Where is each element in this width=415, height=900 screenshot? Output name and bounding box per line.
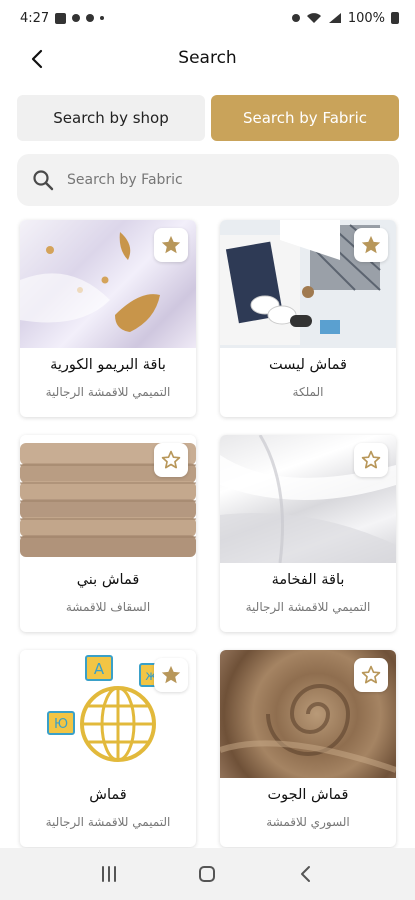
star-filled-icon [161,665,181,684]
product-card[interactable]: باقة البريمو الكورية التميمي للاقمشة الر… [20,220,196,417]
wifi-icon [306,13,321,23]
search-mode-tabs: Search by shop Search by Fabric [17,95,399,141]
favorite-button[interactable] [154,228,188,262]
recents-button[interactable] [89,854,129,894]
product-title: قماش ليست [268,357,347,373]
product-card[interactable]: باقة الفخامة التميمي للاقمشة الرجالية [220,435,396,632]
page-title: Search [178,48,237,68]
tab-search-by-fabric[interactable]: Search by Fabric [211,95,399,141]
product-shop: التميمي للاقمشة الرجالية [245,600,371,614]
favorite-button[interactable] [154,658,188,692]
search-screen: 4:27 100% Search Search by shop Search b… [0,0,415,900]
product-title: باقة البريمو الكورية [50,357,166,373]
star-outline-icon [361,665,381,684]
cast-notification-icon [86,14,95,22]
product-card[interactable]: قماش الجوت السوري للاقمشة [220,650,396,847]
recents-icon [102,866,117,882]
product-title: قماش الجوت [267,787,349,803]
product-shop: التميمي للاقمشة الرجالية [45,385,171,399]
product-image-white-silk [20,220,196,348]
product-shop: الملكة [292,385,324,399]
product-image-white-fabric [220,435,396,563]
star-outline-icon [361,450,381,469]
favorite-button[interactable] [354,658,388,692]
product-image-jute-fabric [220,650,396,778]
favorite-button[interactable] [354,443,388,477]
tab-search-by-shop[interactable]: Search by shop [17,95,205,141]
product-card[interactable]: قماش ليست الملكة [220,220,396,417]
home-button[interactable] [187,854,227,894]
star-outline-icon [161,450,181,469]
search-bar[interactable] [17,154,399,206]
status-time: 4:27 [20,10,50,26]
star-filled-icon [361,235,381,254]
product-image-outfit-flatlay [220,220,396,348]
product-title: باقة الفخامة [271,572,345,588]
search-icon [31,168,55,192]
location-notification-icon [72,14,81,22]
chevron-left-icon [31,49,43,69]
product-shop: السقاف للاقمشة [65,600,151,614]
favorite-button[interactable] [154,443,188,477]
home-icon [199,866,216,882]
product-shop: التميمي للاقمشة الرجالية [45,815,171,829]
status-left: 4:27 [20,10,105,26]
status-right: 100% [291,10,399,26]
globe-letter-yu: Ю [54,717,68,732]
product-card[interactable]: قماش بني السقاف للاقمشة [20,435,196,632]
battery-icon [391,12,399,24]
search-input[interactable] [67,172,367,188]
signal-icon [328,13,341,23]
product-card[interactable]: A Ю ж قماش التميمي للاقمشة الرجالية [20,650,196,847]
back-button[interactable] [22,44,52,74]
favorite-button[interactable] [354,228,388,262]
globe-letter-a: A [94,660,105,678]
status-bar: 4:27 100% [0,0,415,36]
star-filled-icon [161,235,181,254]
gallery-notification-icon [55,12,67,24]
product-title: قماش بني [76,572,140,588]
battery-percent: 100% [347,10,385,26]
alarm-icon [291,14,300,22]
system-back-button[interactable] [286,854,326,894]
header: Search [0,36,415,80]
more-notifications-icon [100,16,105,20]
chevron-left-icon [300,866,310,882]
product-image-globe-languages: A Ю ж [20,650,196,778]
product-title: قماش [89,787,127,803]
system-nav-bar [0,848,415,900]
product-image-stacked-fabric [20,435,196,563]
product-grid: باقة البريمو الكورية التميمي للاقمشة الر… [20,220,396,847]
product-shop: السوري للاقمشة [266,815,350,829]
